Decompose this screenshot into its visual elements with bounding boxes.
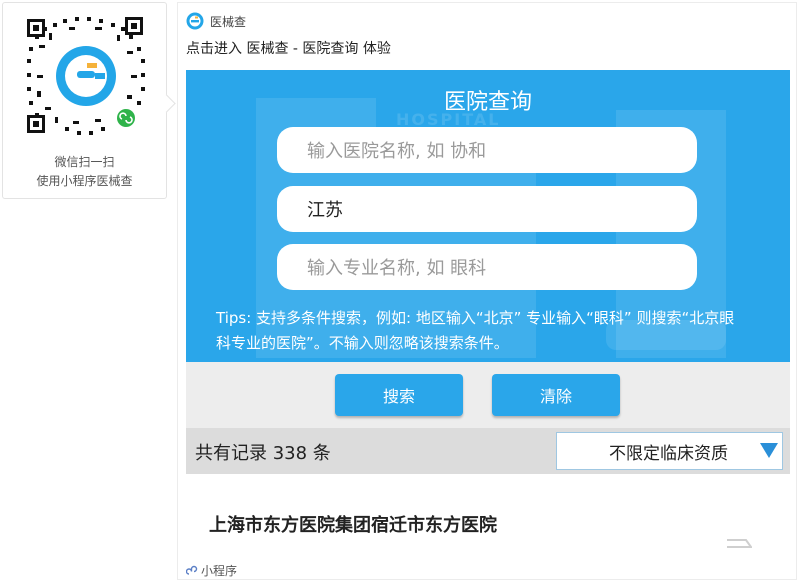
footer-label: 小程序	[201, 564, 238, 578]
qr-caption-scan: 微信扫一扫	[54, 155, 115, 169]
specialty-placeholder: 输入专业名称, 如 眼科	[307, 258, 487, 279]
record-count: 共有记录 338 条	[195, 443, 331, 464]
filter-selected-value: 不限定临床资质	[609, 443, 728, 464]
search-button[interactable]: 搜索	[335, 374, 463, 416]
result-item-title[interactable]: 上海市东方医院集团宿迁市东方医院	[209, 511, 497, 537]
results-bar: 共有记录 338 条 不限定临床资质	[186, 428, 790, 474]
qr-card: 微信扫一扫 使用小程序医械查	[2, 2, 167, 199]
specialty-input[interactable]: 输入专业名称, 如 眼科	[277, 244, 697, 290]
app-name: 医械查	[210, 14, 247, 29]
search-hero: HOSPITAL 医院查询 输入医院名称, 如 协和 江苏 输入专业名称, 如 …	[186, 70, 790, 362]
button-row: 搜索 清除	[186, 362, 790, 428]
clear-button[interactable]: 清除	[492, 374, 620, 416]
qualification-filter-select[interactable]: 不限定临床资质	[556, 432, 783, 470]
qr-caption-use: 使用小程序医械查	[36, 174, 133, 188]
card-footer: 小程序	[186, 562, 237, 579]
mini-program-card[interactable]: 医械查 点击进入 医械查 - 医院查询 体验 HOSPITAL 医院查询 输入医…	[177, 2, 797, 580]
hospital-name-input[interactable]: 输入医院名称, 如 协和	[277, 127, 697, 173]
app-logo-icon	[186, 12, 204, 30]
region-value: 江苏	[307, 200, 343, 221]
page-title: 医院查询	[443, 90, 532, 115]
app-preview: HOSPITAL 医院查询 输入医院名称, 如 协和 江苏 输入专业名称, 如 …	[186, 70, 790, 550]
mini-program-qr-code	[27, 17, 145, 135]
region-input[interactable]: 江苏	[277, 186, 697, 232]
hospital-name-placeholder: 输入医院名称, 如 协和	[307, 141, 487, 162]
arrow-icon	[727, 539, 752, 548]
search-tips: Tips: 支持多条件搜索，例如: 地区输入“北京” 专业输入“眼科” 则搜索“…	[216, 309, 735, 352]
mini-program-icon	[186, 565, 198, 575]
dropdown-arrow-icon	[760, 443, 778, 458]
card-title: 点击进入 医械查 - 医院查询 体验	[186, 41, 391, 57]
card-header: 医械查	[186, 11, 246, 31]
